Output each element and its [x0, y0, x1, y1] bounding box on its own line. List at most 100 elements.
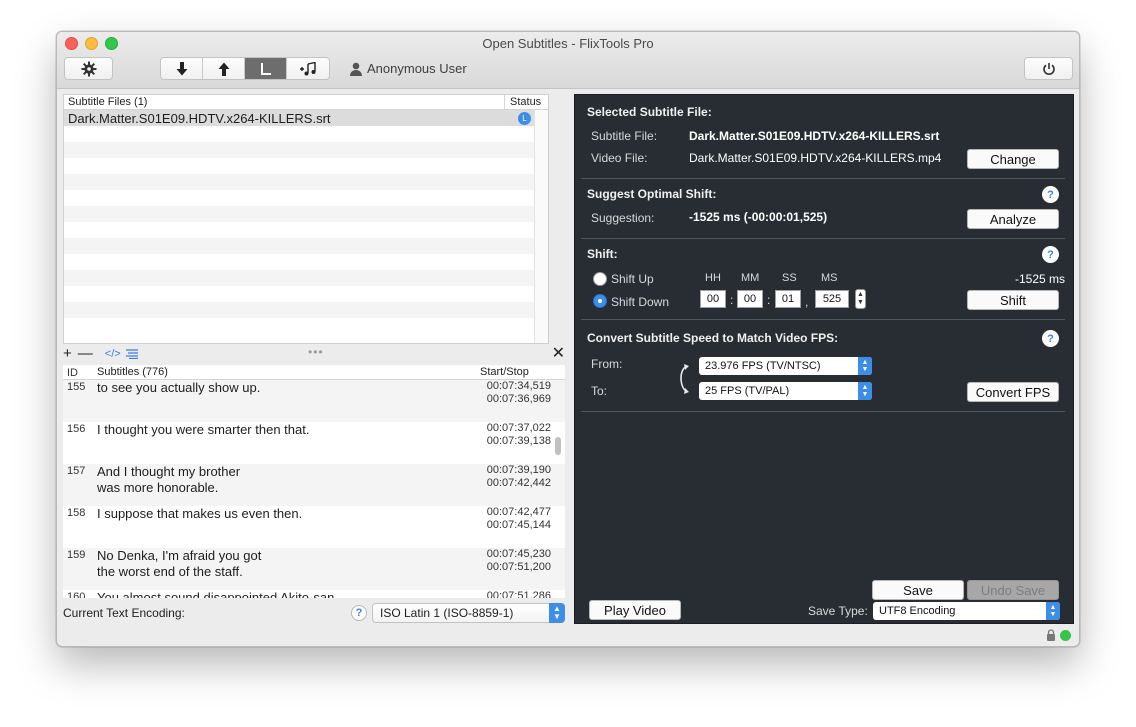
files-column-status[interactable]: Status [504, 95, 548, 109]
shift-up-label[interactable]: Shift Up [611, 272, 654, 286]
subtitles-scrollbar[interactable] [551, 380, 565, 598]
subtitle-row[interactable]: 157 And I thought my brother was more hon… [63, 464, 565, 506]
encoding-select[interactable]: ISO Latin 1 (ISO-8859-1) ▲ ▼ [372, 603, 565, 623]
selected-file-title: Selected Subtitle File: [587, 105, 712, 119]
scrollbar-thumb[interactable] [555, 437, 561, 455]
subtitles-toolbar: + — </> ••• ✕ [63, 345, 571, 363]
shift-help-button[interactable]: ? [1042, 246, 1059, 263]
subtitle-row[interactable]: 156 I thought you were smarter then that… [63, 422, 565, 464]
divider [581, 411, 1065, 412]
empty-row [64, 302, 548, 318]
subtitle-text: No Denka, I'm afraid you got the worst en… [97, 548, 475, 590]
start-time: 00:07:51,286 [486, 590, 551, 598]
suggest-help-button[interactable]: ? [1042, 186, 1059, 203]
text-align-icon[interactable] [125, 349, 138, 359]
split-grip-icon[interactable]: ••• [308, 345, 324, 359]
subtitle-file-value: Dark.Matter.S01E09.HDTV.x264-KILLERS.srt [689, 129, 940, 143]
files-scrollbar[interactable] [534, 110, 548, 343]
subtitle-line: I suppose that makes us even then. [97, 506, 303, 521]
shift-down-radio[interactable] [593, 294, 607, 308]
subtitle-row[interactable]: 155 to see you actually show up. 00:07:3… [63, 380, 565, 422]
download-tab[interactable] [161, 58, 203, 79]
undo-save-button[interactable]: Undo Save [967, 580, 1059, 600]
from-fps-value: 23.976 FPS (TV/NTSC) [705, 360, 821, 372]
empty-row [64, 286, 548, 302]
subtitles-table-header: ID Subtitles (776) Start/Stop [63, 365, 565, 380]
convert-fps-button[interactable]: Convert FPS [967, 382, 1059, 402]
start-time: 00:07:39,190 [486, 464, 551, 476]
video-file-value: Dark.Matter.S01E09.HDTV.x264-KILLERS.mp4 [689, 151, 942, 165]
time-separator: : [730, 293, 734, 307]
subtitles-table: ID Subtitles (776) Start/Stop 155 to see… [63, 365, 565, 598]
empty-row [64, 190, 548, 206]
encoding-help-button[interactable]: ? [351, 605, 367, 621]
empty-row [64, 238, 548, 254]
save-type-label: Save Type: [808, 604, 868, 618]
code-view-icon[interactable]: </> [105, 348, 121, 360]
from-label: From: [591, 357, 623, 371]
file-row[interactable]: Dark.Matter.S01E09.HDTV.x264-KILLERS.srt… [64, 110, 548, 126]
encoding-value: ISO Latin 1 (ISO-8859-1) [380, 606, 514, 620]
from-fps-select[interactable]: 23.976 FPS (TV/NTSC) ▲ ▼ [699, 357, 872, 375]
user-account[interactable]: Anonymous User [349, 61, 467, 76]
play-video-button[interactable]: Play Video [589, 600, 681, 620]
lock-icon [1047, 629, 1055, 641]
subtitle-id: 155 [67, 381, 86, 393]
shift-down-label[interactable]: Shift Down [611, 295, 669, 309]
shift-button[interactable]: Shift [967, 290, 1059, 310]
fps-title: Convert Subtitle Speed to Match Video FP… [587, 331, 839, 345]
user-name: Anonymous User [367, 61, 467, 76]
ms-label: MS [821, 272, 838, 284]
power-button[interactable] [1024, 57, 1073, 80]
subtitle-id: 156 [67, 423, 86, 435]
seconds-field[interactable]: 01 [775, 290, 801, 308]
fps-help-button[interactable]: ? [1042, 330, 1059, 347]
change-button[interactable]: Change [967, 149, 1059, 169]
empty-row [64, 158, 548, 174]
empty-row [64, 318, 548, 334]
empty-row [64, 222, 548, 238]
save-button[interactable]: Save [872, 580, 964, 600]
encoding-label: Current Text Encoding: [63, 606, 185, 620]
subs-column-time[interactable]: Start/Stop [475, 365, 565, 379]
subs-column-id[interactable]: ID [63, 365, 97, 379]
sync-tab[interactable] [245, 58, 287, 79]
start-time: 00:07:34,519 [486, 380, 551, 392]
shift-up-radio[interactable] [593, 272, 607, 286]
file-status-badge: L [518, 111, 531, 125]
file-name: Dark.Matter.S01E09.HDTV.x264-KILLERS.srt [68, 110, 331, 126]
connection-status-icon [1060, 629, 1071, 641]
time-separator: , [805, 295, 809, 309]
minutes-field[interactable]: 00 [737, 290, 763, 308]
close-icon[interactable]: ✕ [552, 343, 565, 363]
save-type-select[interactable]: UTF8 Encoding ▲ ▼ [873, 602, 1060, 620]
divider [581, 238, 1065, 239]
files-column-name[interactable]: Subtitle Files (1) [64, 95, 504, 109]
subtitle-line: No Denka, I'm afraid you got [97, 548, 262, 563]
subtitle-line: the worst end of the staff. [97, 564, 243, 579]
subtitle-row[interactable]: 160 You almost sound disappointed Akito-… [63, 590, 565, 598]
empty-row [64, 142, 548, 158]
hours-field[interactable]: 00 [700, 290, 726, 308]
shift-stepper[interactable]: ▲ ▼ [855, 289, 866, 309]
subtitle-line: was more honorable. [97, 480, 219, 495]
upload-tab[interactable] [203, 58, 245, 79]
empty-row [64, 206, 548, 222]
subtitle-row[interactable]: 158 I suppose that makes us even then. 0… [63, 506, 565, 548]
ss-label: SS [782, 272, 797, 284]
to-fps-value: 25 FPS (TV/PAL) [705, 385, 790, 397]
subtitle-row[interactable]: 159 No Denka, I'm afraid you got the wors… [63, 548, 565, 590]
sync-shift-icon [260, 62, 271, 75]
audio-tab[interactable] [287, 58, 329, 79]
to-fps-select[interactable]: 25 FPS (TV/PAL) ▲ ▼ [699, 382, 872, 400]
remove-icon[interactable]: — [78, 346, 93, 361]
stop-time: 00:07:36,969 [486, 393, 551, 405]
settings-button[interactable] [64, 57, 113, 80]
analyze-button[interactable]: Analyze [967, 209, 1059, 229]
swap-arrows-icon[interactable] [675, 363, 691, 395]
milliseconds-field[interactable]: 525 [815, 290, 849, 308]
add-icon[interactable]: + [63, 346, 72, 361]
gear-icon [81, 61, 96, 76]
subs-column-text[interactable]: Subtitles (776) [97, 365, 475, 379]
empty-row [64, 270, 548, 286]
